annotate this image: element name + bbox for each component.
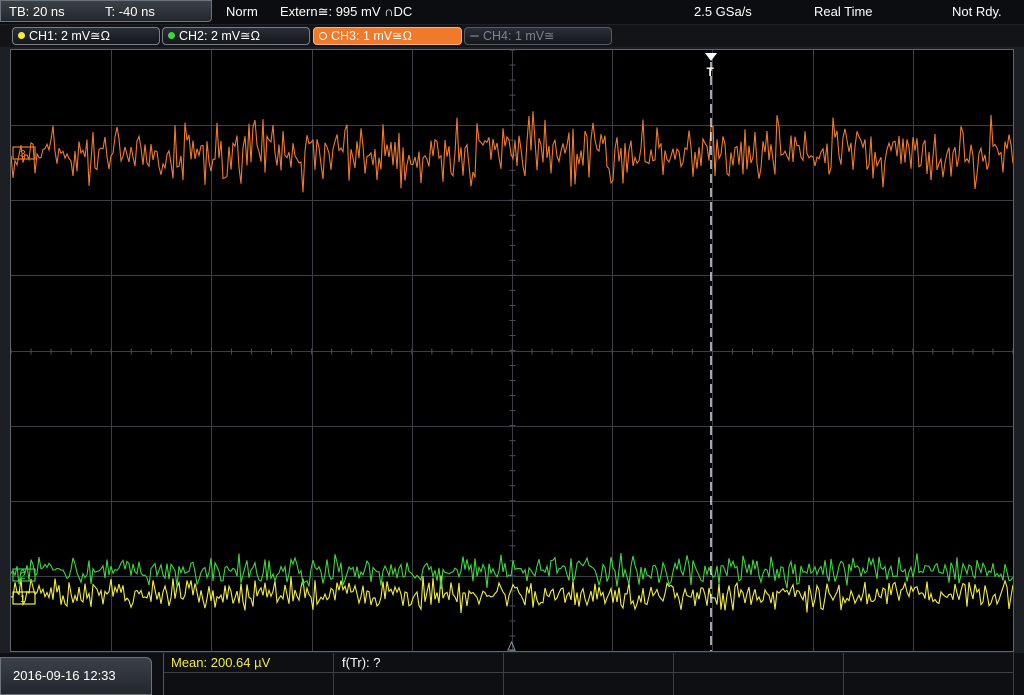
ch1-offset-marker[interactable]: 1 [12,591,36,605]
acq-mode[interactable]: Norm [226,4,258,19]
channel-4-label: CH4: 1 mV≅ [483,29,555,43]
ch2-marker-label: 2 [20,571,26,582]
top-status-bar: TB: 20 ns T: -40 ns Norm Extern≅: 995 mV… [0,0,1024,24]
trigger-time-value[interactable]: T: -40 ns [105,4,155,19]
mean-measurement[interactable]: Mean: 200.64 µV [171,655,270,670]
datetime-box[interactable]: 2016-09-16 12:33 [0,657,152,695]
waveform-canvas[interactable]: T 3 2 1 [10,49,1014,652]
ch3-marker-label: 3 [20,149,26,160]
sample-rate: 2.5 GSa/s [694,4,752,19]
channel-2-button[interactable]: CH2: 2 mV≅Ω [162,27,310,45]
channel-1-button[interactable]: CH1: 2 mV≅Ω [12,27,160,45]
ch3-offset-marker[interactable]: 3 [12,146,36,160]
frequency-measurement[interactable]: f(Tr): ? [342,655,381,670]
acq-type: Real Time [814,4,873,19]
ch1-marker-label: 1 [20,594,26,605]
trigger-label: T [707,65,715,79]
waveform-display[interactable]: T 3 2 1 [10,49,1014,652]
channel-3-button[interactable]: CH3: 1 mV≅Ω [313,27,462,45]
trigger-source[interactable]: Extern≅: 995 mV ∩DC [280,4,412,20]
timebase-value[interactable]: TB: 20 ns [9,4,65,19]
measurement-panel[interactable]: Mean: 200.64 µV f(Tr): ? [163,653,1014,695]
datetime: 2016-09-16 12:33 [13,668,116,683]
grid [10,49,1014,652]
ch4-indicator-icon [470,34,479,37]
channel-3-label: CH3: 1 mV≅Ω [331,29,412,43]
run-status: Not Rdy. [952,4,1002,19]
ch1-indicator-icon [18,32,25,40]
channel-4-button[interactable]: CH4: 1 mV≅ [464,27,612,45]
bottom-bar: 2016-09-16 12:33 Mean: 200.64 µV f(Tr): … [0,653,1024,695]
center-marker-icon [507,640,516,651]
trigger-arrow-icon [705,53,717,61]
channel-1-label: CH1: 2 mV≅Ω [29,29,110,43]
channel-2-label: CH2: 2 mV≅Ω [179,29,260,43]
ch2-indicator-icon [168,32,175,40]
ch3-indicator-icon [319,31,327,40]
timebase-box[interactable]: TB: 20 ns T: -40 ns [0,0,212,22]
channel-bar: CH1: 2 mV≅Ω CH2: 2 mV≅Ω CH3: 1 mV≅Ω CH4:… [0,25,1024,47]
